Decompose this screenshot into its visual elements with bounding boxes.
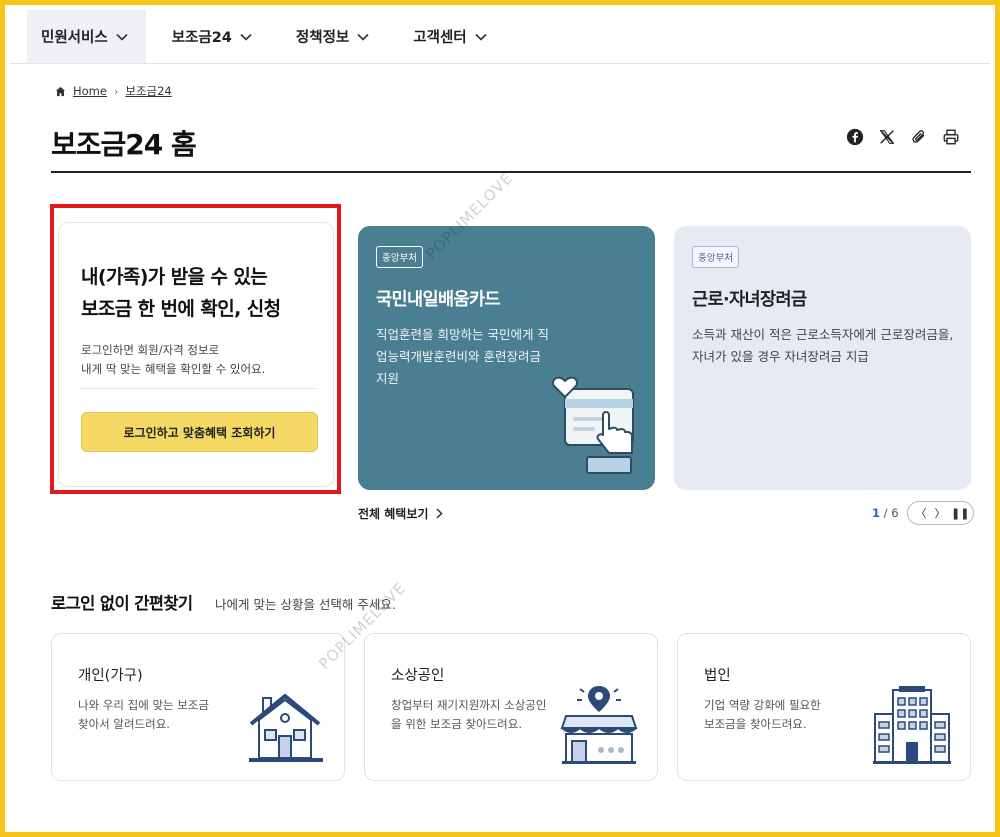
nav-item-label: 고객센터 bbox=[413, 30, 467, 46]
nav-item-subsidy24[interactable]: 보조금24 bbox=[158, 10, 270, 63]
home-icon bbox=[55, 86, 66, 96]
next-slide-button[interactable]: 〉 bbox=[932, 505, 948, 521]
highlight-box: 내(가족)가 받을 수 있는 보조금 한 번에 확인, 신청 로그인하면 회원/… bbox=[50, 204, 341, 494]
category-badge: 중앙부처 bbox=[692, 246, 739, 268]
office-building-icon bbox=[873, 686, 951, 764]
chevron-right-icon bbox=[436, 508, 443, 519]
custom-benefit-card: 내(가족)가 받을 수 있는 보조금 한 번에 확인, 신청 로그인하면 회원/… bbox=[58, 222, 334, 487]
description-line: 내게 딱 맞는 혜택을 확인할 수 있어요. bbox=[81, 362, 266, 376]
nav-item-customer-center[interactable]: 고객센터 bbox=[399, 10, 504, 63]
slide-current-index: 1 bbox=[872, 506, 881, 520]
heading-line: 보조금 한 번에 확인, 신청 bbox=[81, 298, 281, 320]
quick-card-small-business[interactable]: 소상공인 창업부터 재기지원까지 소상공인 을 위한 보조금 찾아드려요. bbox=[364, 633, 658, 781]
print-icon[interactable] bbox=[942, 128, 960, 146]
description-line: 나와 우리 집에 맞는 보조금 bbox=[78, 698, 210, 712]
breadcrumb-current-link[interactable]: 보조금24 bbox=[125, 83, 171, 99]
global-nav: 민원서비스 보조금24 정책정보 고객센터 bbox=[10, 10, 990, 64]
page: 민원서비스 보조금24 정책정보 고객센터 Home › 보조금24 보조금24… bbox=[10, 10, 990, 825]
slide-description: 소득과 재산이 적은 근로소득자에게 근로장려금을, 자녀가 있을 경우 자녀장… bbox=[692, 327, 954, 364]
heading-line: 내(가족)가 받을 수 있는 bbox=[81, 266, 268, 288]
custom-benefit-heading: 내(가족)가 받을 수 있는 보조금 한 번에 확인, 신청 bbox=[81, 261, 281, 325]
quick-finder-title: 로그인 없이 간편찾기 bbox=[51, 594, 193, 613]
description-line: 기업 역량 강화에 필요한 bbox=[704, 698, 821, 712]
description-line: 창업부터 재기지원까지 소상공인 bbox=[391, 698, 547, 712]
share-toolbar bbox=[846, 128, 960, 146]
slide-counter: 1 / 6 bbox=[872, 506, 899, 520]
slide-description: 직업훈련을 희망하는 국민에게 직업능력개발훈련비와 훈련장려금 지원 bbox=[376, 327, 549, 386]
view-all-benefits-link[interactable]: 전체 혜택보기 bbox=[358, 505, 443, 522]
nav-item-policy-info[interactable]: 정책정보 bbox=[282, 10, 387, 63]
card-touch-illustration-icon bbox=[552, 376, 634, 474]
description-line: 찾아서 알려드려요. bbox=[78, 717, 170, 731]
quick-card-individual[interactable]: 개인(가구) 나와 우리 집에 맞는 보조금 찾아서 알려드려요. bbox=[51, 633, 345, 781]
paperclip-icon[interactable] bbox=[910, 128, 928, 146]
breadcrumb: Home › 보조금24 bbox=[55, 83, 172, 99]
pause-button[interactable]: ❚❚ bbox=[951, 507, 969, 520]
category-badge: 중앙부처 bbox=[376, 246, 423, 268]
chevron-down-icon bbox=[357, 33, 369, 41]
benefit-slide-card[interactable]: 중앙부처 국민내일배움카드 직업훈련을 희망하는 국민에게 직업능력개발훈련비와… bbox=[358, 226, 655, 490]
quick-card-description: 나와 우리 집에 맞는 보조금 찾아서 알려드려요. bbox=[78, 696, 209, 734]
quick-card-description: 창업부터 재기지원까지 소상공인 을 위한 보조금 찾아드려요. bbox=[391, 696, 546, 734]
chevron-down-icon bbox=[240, 33, 252, 41]
view-all-label: 전체 혜택보기 bbox=[358, 507, 429, 521]
slide-title: 근로·자녀장려금 bbox=[692, 290, 807, 310]
prev-slide-button[interactable]: 〈 bbox=[913, 505, 929, 521]
facebook-icon[interactable] bbox=[846, 128, 864, 146]
description-line: 을 위한 보조금 찾아드려요. bbox=[391, 717, 523, 731]
title-divider bbox=[51, 171, 971, 173]
login-benefit-search-button[interactable]: 로그인하고 맞춤혜택 조회하기 bbox=[81, 412, 318, 452]
chevron-down-icon bbox=[116, 33, 128, 41]
quick-card-title: 법인 bbox=[704, 668, 731, 684]
slide-total: / 6 bbox=[883, 506, 899, 520]
description-line: 로그인하면 회원/자격 정보로 bbox=[81, 343, 220, 357]
house-icon bbox=[249, 694, 323, 762]
nav-item-label: 정책정보 bbox=[295, 30, 350, 46]
quick-card-description: 기업 역량 강화에 필요한 보조금을 찾아드려요. bbox=[704, 696, 821, 734]
slide-title: 국민내일배움카드 bbox=[376, 290, 501, 310]
page-title: 보조금24 홈 bbox=[51, 128, 197, 161]
nav-item-label: 민원서비스 bbox=[41, 30, 108, 46]
nav-item-civil-service[interactable]: 민원서비스 bbox=[27, 10, 146, 63]
breadcrumb-home-link[interactable]: Home bbox=[73, 84, 107, 98]
benefit-slide-card[interactable]: 중앙부처 근로·자녀장려금 소득과 재산이 적은 근로소득자에게 근로장려금을,… bbox=[674, 226, 971, 490]
quick-card-title: 소상공인 bbox=[391, 668, 445, 684]
quick-card-title: 개인(가구) bbox=[78, 668, 143, 684]
x-twitter-icon[interactable] bbox=[878, 128, 896, 146]
breadcrumb-separator-icon: › bbox=[113, 84, 119, 98]
nav-item-label: 보조금24 bbox=[171, 30, 232, 46]
chevron-down-icon bbox=[475, 33, 487, 41]
storefront-pin-icon bbox=[560, 686, 638, 764]
quick-card-corporation[interactable]: 법인 기업 역량 강화에 필요한 보조금을 찾아드려요. bbox=[677, 633, 971, 781]
slide-controls: 〈 〉 ❚❚ bbox=[906, 501, 974, 525]
description-line: 보조금을 찾아드려요. bbox=[704, 717, 807, 731]
custom-benefit-description: 로그인하면 회원/자격 정보로 내게 딱 맞는 혜택을 확인할 수 있어요. bbox=[81, 341, 265, 379]
card-divider bbox=[81, 388, 318, 389]
slide-pager: 1 / 6 〈 〉 ❚❚ bbox=[872, 501, 974, 525]
